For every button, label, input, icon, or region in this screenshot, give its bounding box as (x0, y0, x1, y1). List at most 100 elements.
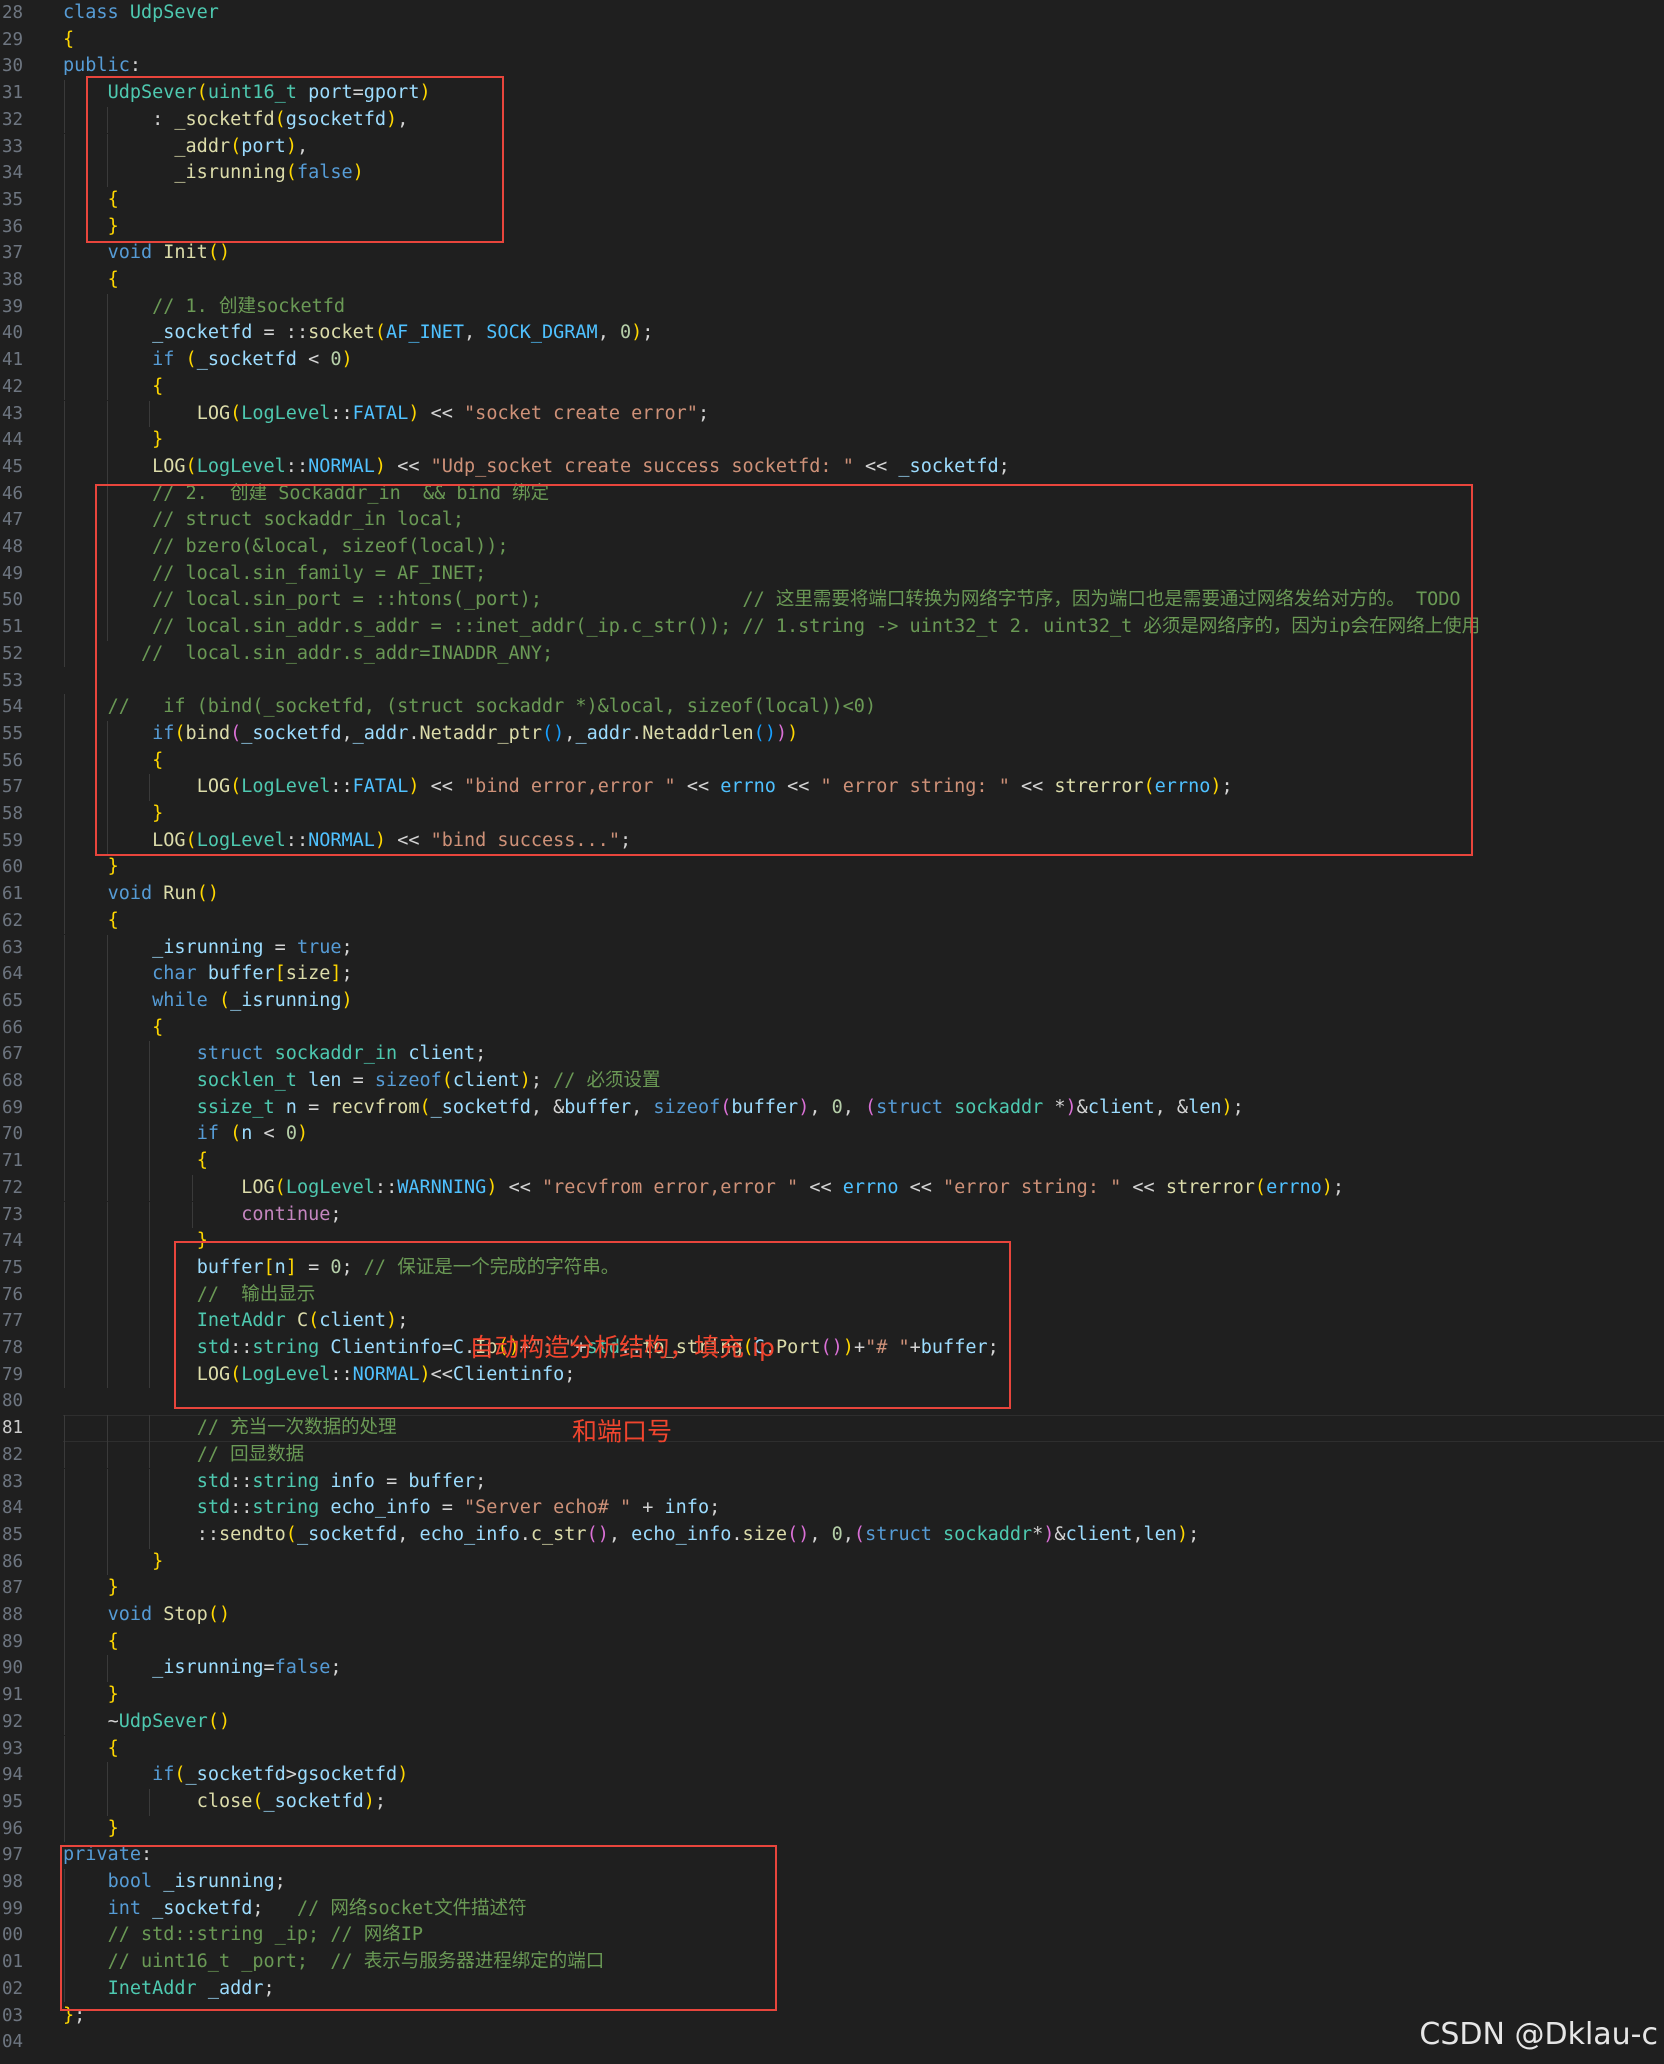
code-line[interactable]: 66 { (0, 1014, 1664, 1042)
line-number: 69 (2, 1097, 24, 1118)
code-text[interactable]: std::string echo_info = "Server echo# " … (63, 1495, 721, 1522)
code-text[interactable]: { (63, 908, 119, 935)
code-line[interactable]: 73 continue; (0, 1201, 1664, 1229)
code-text[interactable]: { (63, 374, 163, 401)
line-number: 94 (2, 1765, 24, 1786)
code-line[interactable]: 94 if(_socketfd>gsocketfd) (0, 1762, 1664, 1789)
line-number: 58 (2, 804, 24, 824)
code-line[interactable]: 45 LOG(LogLevel::NORMAL) << "Udp_socket … (0, 453, 1664, 481)
code-line[interactable]: 38 { (0, 267, 1664, 294)
private-members-highlight-box (60, 1845, 777, 2011)
line-number: 66 (2, 1017, 24, 1038)
code-text[interactable]: struct sockaddr_in client; (63, 1041, 487, 1068)
code-text[interactable]: _socketfd = ::socket(AF_INET, SOCK_DGRAM… (63, 320, 653, 347)
code-line[interactable]: 63 _isrunning = true; (0, 934, 1664, 962)
code-text[interactable]: { (63, 1015, 163, 1042)
code-text[interactable]: while (_isrunning) (63, 988, 353, 1015)
code-line[interactable]: 28 class UdpSever (0, 0, 1664, 27)
code-text[interactable]: { (63, 1736, 119, 1763)
code-line[interactable]: 67 struct sockaddr_in client; (0, 1041, 1664, 1068)
code-line[interactable]: 90 _isrunning=false; (0, 1655, 1664, 1683)
code-line[interactable]: 91 } (0, 1682, 1664, 1709)
code-text[interactable]: void Init() (63, 240, 231, 267)
line-number: 90 (2, 1658, 24, 1679)
code-line[interactable]: 69 ssize_t n = recvfrom(_socketfd, &buff… (0, 1094, 1664, 1122)
code-line[interactable]: 81 // 充当一次数据的处理 (0, 1415, 1664, 1442)
code-text[interactable]: std::string info = buffer; (63, 1469, 487, 1496)
line-number: 81 (2, 1418, 24, 1439)
code-text[interactable]: char buffer[size]; (63, 961, 353, 988)
code-line[interactable]: 84 std::string echo_info = "Server echo#… (0, 1495, 1664, 1522)
code-line[interactable]: 71 { (0, 1148, 1664, 1175)
code-line[interactable]: 72 LOG(LogLevel::WARNNING) << "recvfrom … (0, 1174, 1664, 1202)
code-text[interactable]: } (63, 1575, 119, 1602)
code-line[interactable]: 83 std::string info = buffer; (0, 1468, 1664, 1496)
code-line[interactable]: 68 socklen_t len = sizeof(client); // 必须… (0, 1068, 1664, 1095)
code-line[interactable]: 93 { (0, 1735, 1664, 1763)
code-line[interactable]: 60 } (0, 854, 1664, 882)
code-line[interactable]: 86 } (0, 1548, 1664, 1576)
code-text[interactable]: } (63, 1682, 119, 1709)
code-text[interactable]: _isrunning=false; (63, 1655, 341, 1682)
code-text[interactable]: } (63, 1549, 163, 1576)
code-text[interactable]: } (63, 854, 119, 881)
code-line[interactable]: 37 void Init() (0, 240, 1664, 267)
code-text[interactable]: continue; (63, 1202, 341, 1229)
line-number: 30 (2, 56, 24, 77)
code-line[interactable]: 41 if (_socketfd < 0) (0, 347, 1664, 374)
code-line[interactable]: 85 ::sendto(_socketfd, echo_info.c_str()… (0, 1521, 1664, 1549)
code-line[interactable]: 64 char buffer[size]; (0, 961, 1664, 988)
code-text[interactable]: if(_socketfd>gsocketfd) (63, 1762, 408, 1789)
line-number: 98 (2, 1872, 24, 1892)
code-editor[interactable]: 28 class UdpSever 29{30 public: 31 UdpSever(… (0, 0, 1664, 2064)
code-line[interactable]: 43 LOG(LogLevel::FATAL) << "socket creat… (0, 400, 1664, 428)
code-text[interactable]: // 回显数据 (63, 1442, 304, 1469)
code-text[interactable]: } (63, 427, 163, 454)
code-text[interactable]: _isrunning = true; (63, 935, 353, 962)
code-text[interactable]: class UdpSever (63, 0, 219, 27)
code-line[interactable]: 89 { (0, 1628, 1664, 1656)
code-text[interactable]: if (_socketfd < 0) (63, 347, 353, 374)
code-line[interactable]: 95 close(_socketfd); (0, 1788, 1664, 1816)
code-line[interactable]: 88 void Stop() (0, 1602, 1664, 1629)
code-line[interactable]: 70 if (n < 0) (0, 1121, 1664, 1149)
code-line[interactable]: 92 ~UdpSever() (0, 1708, 1664, 1736)
code-text[interactable]: // 1. 创建socketfd (63, 294, 345, 321)
code-line[interactable]: 96 } (0, 1815, 1664, 1843)
line-number: 74 (2, 1231, 24, 1252)
code-text[interactable]: ssize_t n = recvfrom(_socketfd, &buffer,… (63, 1095, 1244, 1122)
code-line[interactable]: 29 { (0, 27, 1664, 54)
code-text[interactable]: // 充当一次数据的处理 (63, 1415, 397, 1442)
code-text[interactable]: socklen_t len = sizeof(client); // 必须设置 (63, 1068, 661, 1095)
code-line[interactable]: 62 { (0, 907, 1664, 935)
code-line[interactable]: 39 // 1. 创建socketfd (0, 293, 1664, 321)
code-text[interactable]: ::sendto(_socketfd, echo_info.c_str(), e… (63, 1522, 1200, 1549)
code-text[interactable]: } (63, 1816, 119, 1843)
code-line[interactable]: 82 // 回显数据 (0, 1441, 1664, 1469)
code-line[interactable]: 65 while (_isrunning) (0, 987, 1664, 1015)
code-line[interactable]: 04 (0, 2029, 1664, 2056)
code-text[interactable]: if (n < 0) (63, 1121, 308, 1148)
code-text[interactable]: void Stop() (63, 1602, 231, 1629)
code-line[interactable]: 40 _socketfd = ::socket(AF_INET, SOCK_DG… (0, 320, 1664, 348)
code-text[interactable]: ~UdpSever() (63, 1709, 231, 1736)
code-text[interactable]: LOG(LogLevel::NORMAL) << "Udp_socket cre… (63, 454, 1010, 481)
code-text[interactable]: { (63, 1148, 208, 1175)
code-text[interactable]: close(_socketfd); (63, 1789, 386, 1816)
line-number: 41 (2, 350, 24, 371)
line-number: 96 (2, 1818, 24, 1839)
line-number: 52 (2, 643, 24, 664)
code-text[interactable]: { (63, 1629, 119, 1656)
code-line[interactable]: 44 } (0, 427, 1664, 454)
code-line[interactable]: 61 void Run() (0, 881, 1664, 908)
code-line[interactable]: 87 } (0, 1575, 1664, 1602)
line-number: 62 (2, 910, 24, 931)
line-number: 60 (2, 857, 24, 878)
code-text[interactable]: LOG(LogLevel::WARNNING) << "recvfrom err… (63, 1175, 1344, 1202)
code-text[interactable]: { (63, 27, 74, 54)
code-text[interactable]: void Run() (63, 881, 219, 908)
code-text[interactable]: LOG(LogLevel::FATAL) << "socket create e… (63, 401, 709, 428)
code-text[interactable]: { (63, 267, 119, 294)
code-line[interactable]: 42 { (0, 373, 1664, 401)
line-number: 87 (2, 1578, 24, 1599)
